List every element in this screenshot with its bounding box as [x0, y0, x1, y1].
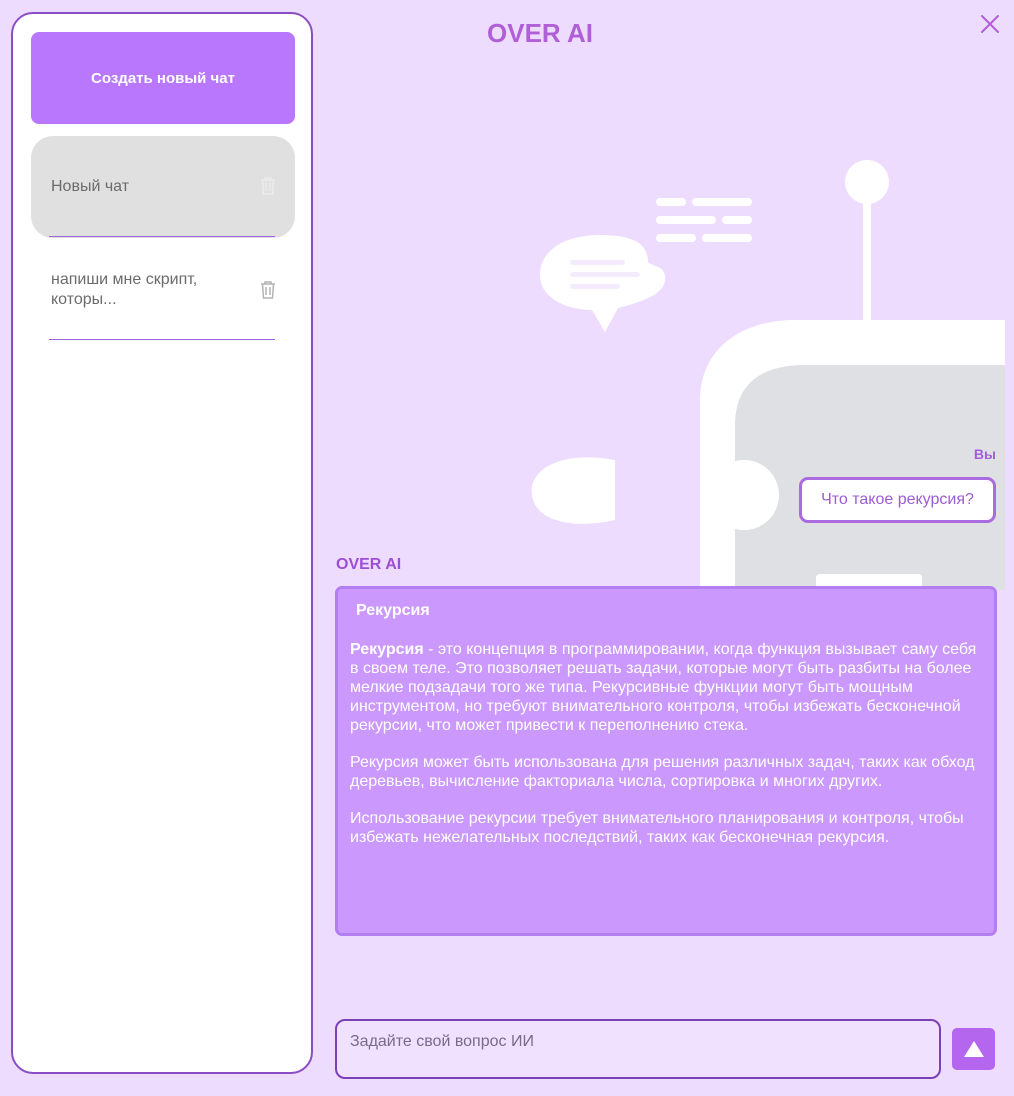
ai-message-paragraph: Рекурсия - это концепция в программирова… — [350, 640, 978, 735]
user-message-bubble: Что такое рекурсия? — [799, 477, 996, 523]
chat-list-item[interactable]: напиши мне скрипт, которы... — [31, 240, 295, 344]
ai-message-heading: Рекурсия — [356, 602, 430, 619]
chat-sidebar: Создать новый чат Новый чат напиши мне с… — [11, 12, 313, 1074]
send-button[interactable] — [952, 1028, 995, 1070]
ai-sender-label: OVER AI — [336, 556, 402, 573]
ai-bold-term: Рекурсия — [350, 641, 424, 658]
ai-message-paragraph: Рекурсия может быть использована для реш… — [350, 754, 975, 790]
chat-list-item[interactable]: Новый чат — [31, 136, 295, 238]
robot-illustration — [531, 160, 1005, 590]
chat-item-divider — [49, 236, 275, 237]
close-icon[interactable] — [978, 12, 1002, 36]
chat-item-label: Новый чат — [51, 178, 130, 195]
chat-item-label: напиши мне скрипт, которы... — [51, 271, 198, 308]
trash-icon[interactable] — [259, 176, 277, 196]
app-title: OVER AI — [487, 18, 593, 48]
ai-message-paragraph: Использование рекурсии требует вниматель… — [350, 810, 964, 846]
chat-item-divider — [49, 339, 275, 340]
question-input[interactable] — [335, 1019, 941, 1079]
user-sender-label: Вы — [973, 446, 996, 462]
arrow-up-icon — [963, 1041, 984, 1057]
trash-icon[interactable] — [259, 280, 277, 300]
ai-paragraph-text: - это концепция в программировании, когд… — [350, 641, 977, 734]
new-chat-button[interactable]: Создать новый чат — [31, 32, 295, 124]
ai-message-bubble: Рекурсия Рекурсия - это концепция в прог… — [335, 586, 997, 936]
